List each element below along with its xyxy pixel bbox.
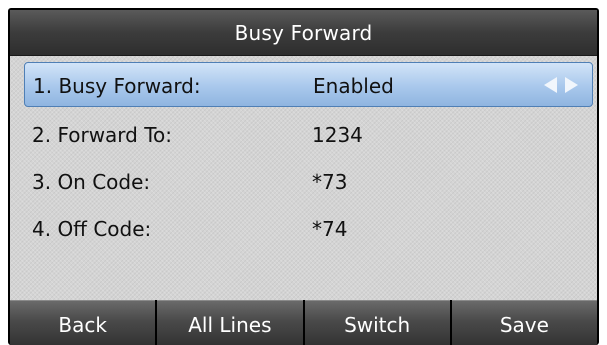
forward-to-field[interactable]: 1234 xyxy=(312,112,363,158)
row-on-code[interactable]: 3. On Code: *73 xyxy=(24,159,595,205)
back-button[interactable]: Back xyxy=(10,300,156,345)
off-code-field[interactable]: *74 xyxy=(312,206,347,252)
on-code-field[interactable]: *73 xyxy=(312,159,347,205)
row-label: 3. On Code: xyxy=(32,170,151,194)
settings-list: 1. Busy Forward: Enabled 2. Forward To: … xyxy=(10,56,597,300)
row-label: 1. Busy Forward: xyxy=(33,74,201,98)
switch-button[interactable]: Switch xyxy=(304,300,450,345)
arrow-right-icon[interactable] xyxy=(565,76,578,93)
arrow-left-icon[interactable] xyxy=(544,76,557,93)
row-forward-to[interactable]: 2. Forward To: 1234 xyxy=(24,112,595,158)
all-lines-button[interactable]: All Lines xyxy=(157,300,303,345)
option-switcher[interactable] xyxy=(544,63,578,106)
phone-screen: Busy Forward 1. Busy Forward: Enabled 2.… xyxy=(8,8,599,345)
row-busy-forward[interactable]: 1. Busy Forward: Enabled xyxy=(24,62,593,107)
busy-forward-value[interactable]: Enabled xyxy=(313,63,394,109)
screen-title: Busy Forward xyxy=(10,10,597,56)
save-button[interactable]: Save xyxy=(451,300,597,345)
row-label: 4. Off Code: xyxy=(32,217,152,241)
row-off-code[interactable]: 4. Off Code: *74 xyxy=(24,206,595,252)
row-label: 2. Forward To: xyxy=(32,123,173,147)
softkey-bar: Back All Lines Switch Save xyxy=(10,300,597,345)
